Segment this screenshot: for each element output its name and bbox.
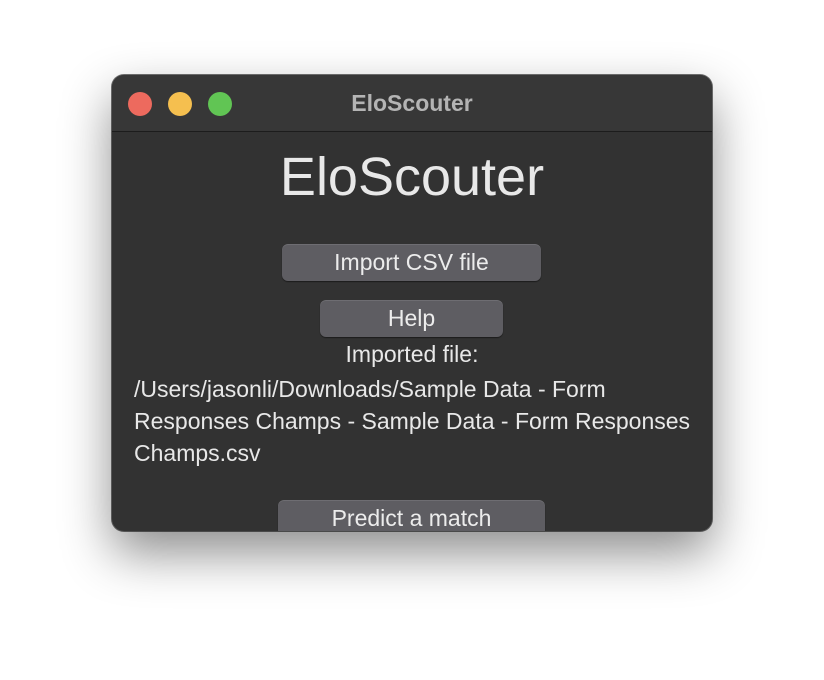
window-title: EloScouter bbox=[351, 90, 473, 116]
help-button[interactable]: Help bbox=[320, 300, 503, 337]
title-bar[interactable]: EloScouter bbox=[112, 75, 712, 132]
imported-file-path: /Users/jasonli/Downloads/Sample Data - F… bbox=[134, 376, 691, 466]
main-content: EloScouter Import CSV file Help Imported… bbox=[112, 132, 712, 531]
imported-file-label: Imported file: bbox=[345, 341, 479, 367]
predict-match-button[interactable]: Predict a match bbox=[278, 500, 545, 531]
app-heading: EloScouter bbox=[279, 147, 545, 207]
import-csv-button[interactable]: Import CSV file bbox=[282, 244, 541, 281]
app-window: EloScouter EloScouter Import CSV file He… bbox=[112, 75, 712, 531]
